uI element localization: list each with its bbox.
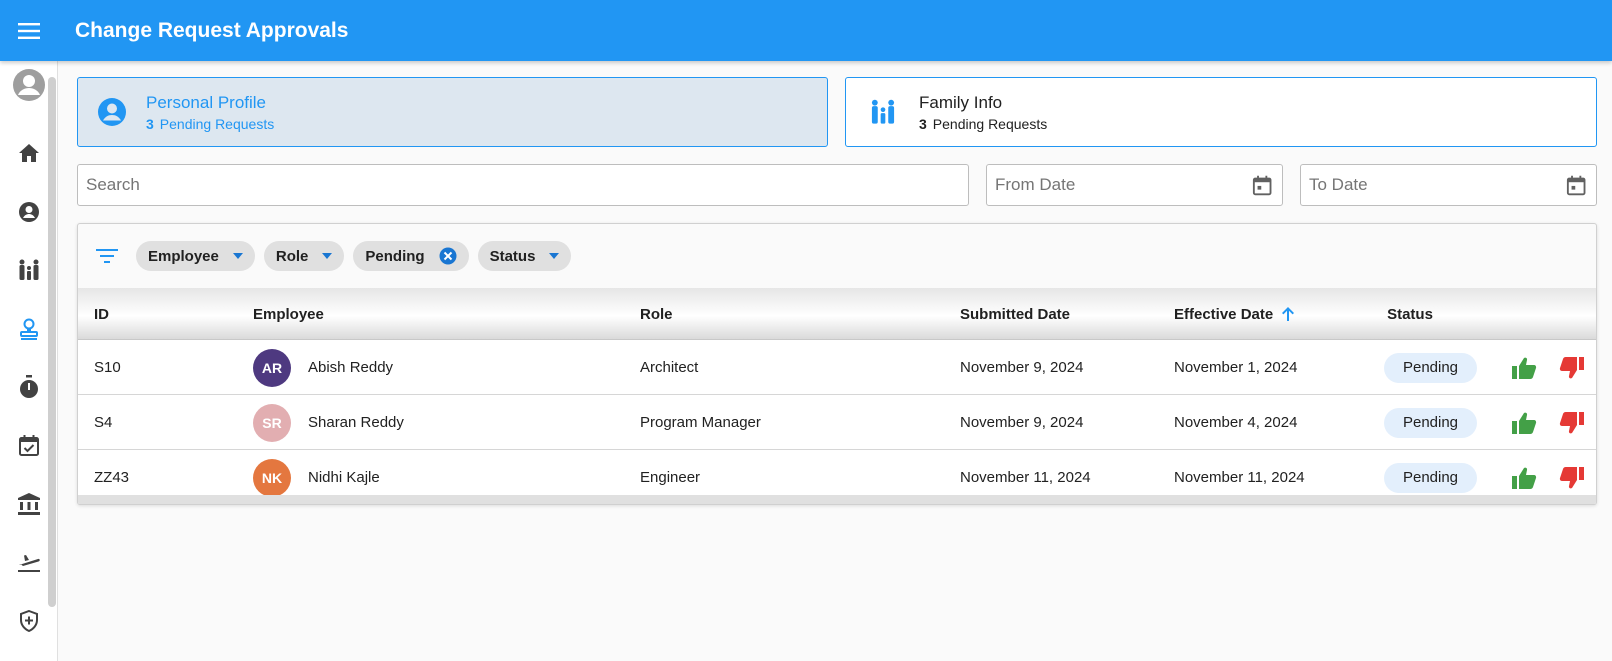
- thumbs-up-icon: [1512, 412, 1537, 434]
- employee-name: Sharan Reddy: [308, 414, 404, 431]
- caret-down-icon: [549, 253, 560, 259]
- employee-name: Abish Reddy: [308, 359, 394, 376]
- approve-button[interactable]: [1509, 408, 1539, 438]
- calendar-icon[interactable]: [1252, 174, 1272, 196]
- approve-button[interactable]: [1509, 463, 1539, 493]
- status-badge: Pending: [1384, 407, 1477, 438]
- filter-bar: Employee Role Pending Status: [78, 224, 1596, 288]
- approval-stamp-icon: [20, 318, 38, 340]
- timer-icon: [20, 375, 38, 398]
- calendar-check-icon: [19, 435, 39, 456]
- caret-down-icon: [232, 253, 243, 259]
- page-title: Change Request Approvals: [75, 18, 349, 42]
- thumbs-up-icon: [1512, 357, 1537, 379]
- column-header-submitted-date[interactable]: Submitted Date: [960, 288, 1070, 340]
- row-id: S10: [94, 359, 121, 376]
- search-input[interactable]: [86, 175, 958, 195]
- flight-icon: [18, 555, 40, 572]
- from-date-field: [986, 164, 1283, 206]
- calendar-icon[interactable]: [1566, 174, 1586, 196]
- shield-icon: [20, 610, 38, 632]
- table-horizontal-scrollbar[interactable]: [78, 495, 1596, 504]
- row-id: S4: [94, 414, 113, 431]
- to-date-input[interactable]: [1309, 175, 1566, 195]
- chip-label: Pending: [365, 247, 425, 265]
- chip-label: Employee: [148, 247, 219, 265]
- to-date-field: [1300, 164, 1597, 206]
- table-row[interactable]: S4 SR Sharan Reddy Program Manager Novem…: [78, 395, 1596, 450]
- menu-button[interactable]: [0, 0, 58, 61]
- requests-panel: Employee Role Pending Status ID Employee…: [77, 223, 1597, 505]
- thumbs-up-icon: [1512, 467, 1537, 489]
- filter-chip-employee[interactable]: Employee: [136, 241, 255, 271]
- employee-cell: SR Sharan Reddy: [253, 395, 404, 450]
- chip-label: Role: [275, 247, 309, 265]
- filter-icon[interactable]: [96, 248, 118, 264]
- table-header: ID Employee Role Submitted Date Effectiv…: [78, 288, 1596, 340]
- column-header-employee[interactable]: Employee: [253, 288, 324, 340]
- avatar: AR: [253, 348, 291, 387]
- sort-arrow-up-icon[interactable]: [1281, 306, 1295, 322]
- status-cell: Pending: [1384, 340, 1477, 395]
- role-cell: Program Manager: [640, 414, 761, 431]
- app-bar: Change Request Approvals: [0, 0, 1612, 61]
- submitted-date-cell: November 9, 2024: [960, 414, 1084, 431]
- pending-label: Pending Requests: [159, 115, 275, 132]
- family-info-card[interactable]: Family Info 3 Pending Requests: [845, 77, 1597, 147]
- from-date-input[interactable]: [995, 175, 1252, 195]
- filter-chip-status[interactable]: Status: [477, 241, 572, 271]
- status-badge: Pending: [1384, 462, 1477, 493]
- reject-button[interactable]: [1557, 463, 1587, 493]
- employee-name: Nidhi Kajle: [308, 469, 380, 486]
- effective-date-cell: November 1, 2024: [1174, 359, 1298, 376]
- thumbs-down-icon: [1559, 357, 1584, 379]
- status-badge: Pending: [1384, 352, 1477, 383]
- person-icon: [19, 202, 39, 222]
- column-header-label: Effective Date: [1174, 305, 1274, 323]
- search-field: [77, 164, 969, 206]
- pending-label: Pending Requests: [932, 115, 1048, 132]
- pending-count: 3: [146, 115, 154, 132]
- home-icon: [19, 144, 39, 162]
- caret-down-icon: [322, 253, 333, 259]
- column-header-status[interactable]: Status: [1361, 288, 1459, 340]
- sidebar-scrollbar[interactable]: [48, 77, 56, 607]
- reject-button[interactable]: [1557, 408, 1587, 438]
- avatar: NK: [253, 458, 291, 497]
- table-row[interactable]: S10 AR Abish Reddy Architect November 9,…: [78, 340, 1596, 395]
- family-icon: [19, 259, 39, 280]
- column-header-id[interactable]: ID: [94, 288, 109, 340]
- avatar: SR: [253, 403, 291, 442]
- role-cell: Architect: [640, 359, 699, 376]
- filter-chip-pending[interactable]: Pending: [353, 241, 469, 271]
- close-circle-icon[interactable]: [439, 247, 457, 265]
- status-cell: Pending: [1384, 395, 1477, 450]
- pending-count: 3: [919, 115, 927, 132]
- thumbs-down-icon: [1559, 467, 1584, 489]
- submitted-date-cell: November 9, 2024: [960, 359, 1084, 376]
- bank-icon: [18, 493, 40, 515]
- filter-chip-role[interactable]: Role: [263, 241, 345, 271]
- sidebar: [0, 61, 58, 661]
- thumbs-down-icon: [1559, 412, 1584, 434]
- avatar-icon: [13, 69, 45, 101]
- reject-button[interactable]: [1557, 353, 1587, 383]
- approve-button[interactable]: [1509, 353, 1539, 383]
- family-icon: [871, 99, 894, 124]
- sidebar-item-insurance[interactable]: [0, 601, 58, 641]
- personal-profile-card[interactable]: Personal Profile 3 Pending Requests: [77, 77, 828, 147]
- column-header-role[interactable]: Role: [640, 288, 673, 340]
- employee-cell: AR Abish Reddy: [253, 340, 393, 395]
- person-icon: [98, 98, 126, 126]
- column-header-effective-date[interactable]: Effective Date: [1174, 288, 1295, 340]
- card-title: Family Info: [919, 92, 1003, 112]
- effective-date-cell: November 4, 2024: [1174, 414, 1298, 431]
- menu-icon: [18, 22, 40, 39]
- card-title: Personal Profile: [146, 92, 267, 112]
- chip-label: Status: [489, 247, 536, 265]
